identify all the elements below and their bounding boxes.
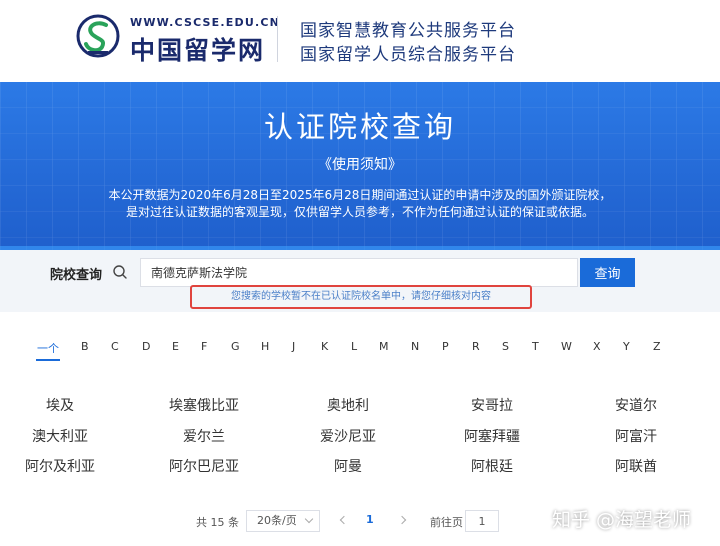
alpha-filter-d[interactable]: D bbox=[142, 340, 150, 353]
hero-banner: 认证院校查询 《使用须知》 本公开数据为2020年6月28日至2025年6月28… bbox=[0, 82, 720, 250]
site-header: WWW.CSCSE.EDU.CN 中国留学网 国家智慧教育公共服务平台 国家留学… bbox=[0, 0, 720, 82]
country-link[interactable]: 阿联酋 bbox=[615, 456, 657, 476]
prev-page-icon[interactable] bbox=[336, 512, 352, 528]
country-link[interactable]: 阿根廷 bbox=[471, 456, 513, 476]
alpha-filter-c[interactable]: C bbox=[111, 340, 119, 353]
alpha-filter-h[interactable]: H bbox=[261, 340, 269, 353]
alpha-filter-all[interactable]: 一个 bbox=[37, 340, 59, 356]
alpha-filter-y[interactable]: Y bbox=[623, 340, 630, 353]
country-link[interactable]: 阿尔及利亚 bbox=[25, 456, 95, 476]
cscse-logo-icon[interactable] bbox=[76, 14, 120, 58]
usage-notice-link[interactable]: 《使用须知》 bbox=[0, 154, 720, 174]
alpha-filter-f[interactable]: F bbox=[201, 340, 207, 353]
alphabet-filter: 一个 B C D E F G H J K L M N P R S T W X Y… bbox=[0, 340, 720, 362]
alpha-filter-p[interactable]: P bbox=[442, 340, 449, 353]
alpha-filter-g[interactable]: G bbox=[231, 340, 240, 353]
banner-description-line1: 本公开数据为2020年6月28日至2025年6月28日期间通过认证的申请中涉及的… bbox=[108, 188, 612, 202]
country-link[interactable]: 阿塞拜疆 bbox=[464, 426, 520, 446]
platform-title-2: 国家留学人员综合服务平台 bbox=[300, 45, 516, 65]
school-search-input[interactable] bbox=[140, 258, 578, 287]
country-link[interactable]: 阿富汗 bbox=[615, 426, 657, 446]
country-link[interactable]: 阿尔巴尼亚 bbox=[169, 456, 239, 476]
page-title: 认证院校查询 bbox=[263, 110, 456, 144]
country-link[interactable]: 埃及 bbox=[46, 395, 74, 415]
chevron-down-icon bbox=[304, 514, 314, 524]
next-page-icon[interactable] bbox=[394, 512, 410, 528]
search-icon bbox=[113, 265, 127, 279]
alpha-filter-l[interactable]: L bbox=[351, 340, 357, 353]
country-link[interactable]: 奥地利 bbox=[327, 395, 369, 415]
pagination-total: 共 15 条 bbox=[196, 516, 239, 529]
alpha-filter-t[interactable]: T bbox=[532, 340, 539, 353]
country-link[interactable]: 爱沙尼亚 bbox=[320, 426, 376, 446]
current-page-number[interactable]: 1 bbox=[366, 513, 374, 526]
goto-page-label: 前往页 bbox=[430, 516, 463, 529]
country-link[interactable]: 阿曼 bbox=[334, 456, 362, 476]
logo-name-text[interactable]: 中国留学网 bbox=[130, 31, 265, 67]
country-link[interactable]: 澳大利亚 bbox=[32, 426, 88, 446]
platform-title-1: 国家智慧教育公共服务平台 bbox=[300, 21, 516, 41]
active-filter-underline bbox=[36, 359, 60, 361]
goto-page-input[interactable] bbox=[465, 510, 499, 532]
alpha-filter-z[interactable]: Z bbox=[653, 340, 661, 353]
alpha-filter-w[interactable]: W bbox=[561, 340, 572, 353]
banner-description-line2: 是对过往认证数据的客观呈现，仅供留学人员参考，不作为任何通过认证的保证或依据。 bbox=[125, 205, 594, 219]
alpha-filter-b[interactable]: B bbox=[81, 340, 89, 353]
not-found-notice: 您搜索的学校暂不在已认证院校名单中，请您仔细核对内容 bbox=[190, 285, 532, 309]
alpha-filter-e[interactable]: E bbox=[172, 340, 179, 353]
zhihu-watermark: 知乎 @海望老师 bbox=[552, 509, 692, 531]
alpha-filter-j[interactable]: J bbox=[292, 340, 295, 353]
search-button[interactable]: 查询 bbox=[580, 258, 635, 287]
header-divider bbox=[277, 16, 278, 62]
alpha-filter-m[interactable]: M bbox=[379, 340, 389, 353]
alpha-filter-k[interactable]: K bbox=[321, 340, 328, 353]
country-link[interactable]: 安道尔 bbox=[615, 395, 657, 415]
alpha-filter-x[interactable]: X bbox=[593, 340, 601, 353]
alpha-filter-r[interactable]: R bbox=[472, 340, 480, 353]
alpha-filter-n[interactable]: N bbox=[411, 340, 419, 353]
country-link[interactable]: 爱尔兰 bbox=[183, 426, 225, 446]
country-link[interactable]: 安哥拉 bbox=[471, 395, 513, 415]
page-size-value: 20条/页 bbox=[257, 514, 297, 527]
search-label: 院校查询 bbox=[50, 268, 103, 283]
logo-url-text: WWW.CSCSE.EDU.CN bbox=[130, 16, 281, 29]
page-size-select[interactable]: 20条/页 bbox=[246, 510, 320, 532]
country-link[interactable]: 埃塞俄比亚 bbox=[169, 395, 239, 415]
alpha-filter-s[interactable]: S bbox=[502, 340, 509, 353]
